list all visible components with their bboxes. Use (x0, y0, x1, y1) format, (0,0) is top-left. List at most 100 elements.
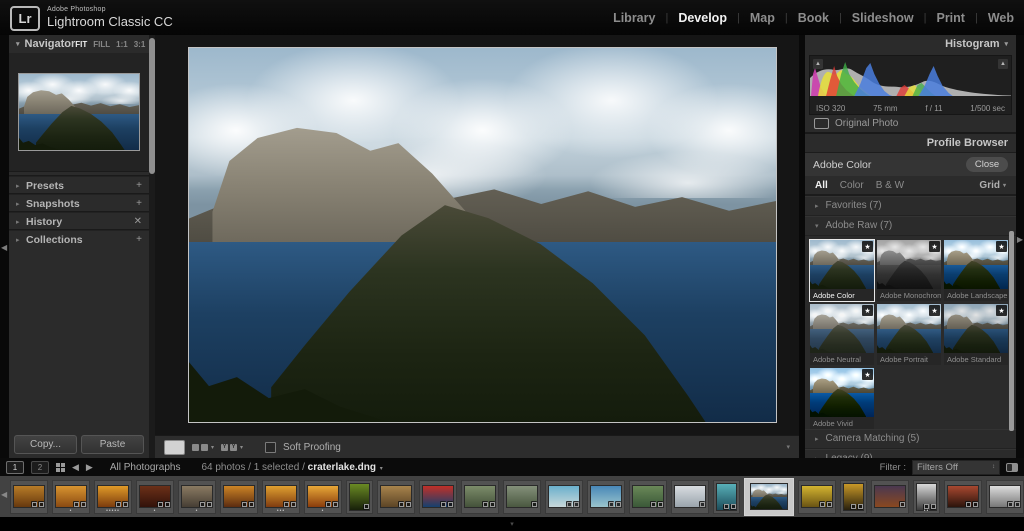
presets-disclosure-icon[interactable]: ▸ (16, 182, 26, 190)
filmstrip-thumb-dark-red-pano[interactable]: • (136, 480, 174, 514)
camera-matching-disclosure-icon[interactable]: ▸ (815, 435, 819, 443)
favorite-star-icon[interactable]: ★ (862, 241, 873, 252)
navigator-header[interactable]: ▾ Navigator FITFILL1:13:1 ↕ (9, 35, 149, 53)
compare-view-control[interactable]: ▾ (192, 444, 214, 451)
module-library[interactable]: Library (613, 11, 655, 25)
secondary-monitor-button[interactable]: 2 (31, 461, 49, 474)
hide-filmstrip-icon[interactable]: ▾ (510, 520, 514, 528)
grid-view-icon[interactable] (56, 463, 65, 472)
filter-toggle-switch[interactable] (1006, 463, 1018, 472)
filmstrip-thumb-green-hills-2[interactable] (503, 480, 541, 514)
before-after-control[interactable]: YY ▾ (221, 444, 243, 451)
favorites-disclosure-icon[interactable]: ▸ (815, 202, 819, 210)
adobe-raw-group-header[interactable]: ▾ Adobe Raw (7) (805, 216, 1016, 236)
paste-button[interactable]: Paste (81, 435, 144, 454)
toolbar-options-icon[interactable]: ▾ (786, 443, 790, 451)
filmstrip-thumb-red-flag[interactable] (419, 480, 457, 514)
filmstrip-thumb-coast-red-car[interactable] (629, 480, 667, 514)
navigator-disclosure-icon[interactable]: ▾ (16, 40, 20, 48)
history-action-icon[interactable]: ✕ (134, 216, 142, 227)
compare-dropdown-icon[interactable]: ▾ (211, 444, 214, 451)
primary-monitor-button[interactable]: 1 (6, 461, 24, 474)
panel-snapshots[interactable]: ▸Snapshots+ (9, 194, 149, 212)
module-map[interactable]: Map (750, 11, 775, 25)
filmstrip-thumb-sunset-1[interactable] (10, 480, 48, 514)
profile-adobe-monochrome[interactable]: ★Adobe Monochrome (877, 240, 941, 301)
zoom-option-fill[interactable]: FILL (93, 40, 110, 49)
loupe-view-icon[interactable] (164, 440, 185, 455)
favorite-star-icon[interactable]: ★ (996, 305, 1007, 316)
collections-disclosure-icon[interactable]: ▸ (16, 236, 26, 244)
profile-browser-header[interactable]: Profile Browser (805, 134, 1016, 152)
histogram-disclosure-icon[interactable]: ▾ (1004, 40, 1008, 48)
copy-button[interactable]: Copy... (14, 435, 77, 454)
profile-view-mode[interactable]: Grid ▾ (979, 180, 1006, 191)
highlight-clipping-indicator[interactable]: ▲ (998, 59, 1008, 69)
collapse-right-panel-icon[interactable]: ▶ (1017, 235, 1023, 244)
collections-action-icon[interactable]: + (136, 234, 142, 245)
filmstrip-thumb-sunset-moon[interactable] (871, 480, 909, 514)
module-book[interactable]: Book (798, 11, 829, 25)
filmstrip-thumb-beach[interactable] (545, 480, 583, 514)
profile-adobe-color[interactable]: ★Adobe Color (810, 240, 874, 301)
source-label[interactable]: All Photographs (110, 462, 181, 473)
profile-filter-all[interactable]: All (815, 180, 828, 191)
profile-filter-bw[interactable]: B & W (876, 180, 904, 191)
camera-matching-group-header[interactable]: ▸ Camera Matching (5) (805, 429, 1016, 449)
zoom-option-3-1[interactable]: 3:1 (134, 40, 146, 49)
presets-action-icon[interactable]: + (136, 180, 142, 191)
shadow-clipping-indicator[interactable]: ▲ (813, 59, 823, 69)
collapse-left-panel-icon[interactable]: ◀ (1, 243, 7, 252)
favorite-star-icon[interactable]: ★ (862, 305, 873, 316)
zoom-option-1-1[interactable]: 1:1 (116, 40, 128, 49)
soft-proofing-checkbox[interactable] (265, 442, 276, 453)
favorites-group-header[interactable]: ▸ Favorites (7) (805, 196, 1016, 216)
right-panel-gutter[interactable]: ▶ (1016, 35, 1024, 458)
profile-adobe-standard[interactable]: ★Adobe Standard (944, 304, 1008, 365)
filmstrip-thumb-iceberg[interactable] (713, 480, 740, 514)
legacy-group-header[interactable]: ▸ Legacy (9) (805, 449, 1016, 458)
favorite-star-icon[interactable]: ★ (929, 241, 940, 252)
selection-status[interactable]: 64 photos / 1 selected / craterlake.dng … (201, 462, 382, 473)
histogram-graph[interactable]: ▲ ▲ ISO 320 75 mm f / 11 1/500 sec (809, 55, 1012, 115)
filmstrip-thumb-autumn-tree[interactable] (840, 480, 867, 514)
zoom-option-fit[interactable]: FIT (75, 40, 87, 49)
panel-presets[interactable]: ▸Presets+ (9, 176, 149, 194)
module-web[interactable]: Web (988, 11, 1014, 25)
filmstrip-thumb-yellow-aspens[interactable] (798, 480, 836, 514)
right-panel-scrollbar-thumb[interactable] (1009, 231, 1014, 431)
source-dropdown-icon[interactable]: ▾ (380, 466, 383, 472)
favorite-star-icon[interactable]: ★ (862, 369, 873, 380)
previous-photo-icon[interactable]: ◀ (72, 462, 79, 473)
filmstrip-thumb-waterfall-bw[interactable]: •• (913, 480, 940, 514)
favorite-star-icon[interactable]: ★ (929, 305, 940, 316)
histogram-header[interactable]: Histogram ▾ (805, 35, 1016, 53)
next-photo-icon[interactable]: ▶ (86, 462, 93, 473)
filmstrip-thumb-sepia-pano[interactable]: • (178, 480, 216, 514)
original-photo-row[interactable]: Original Photo (805, 115, 1016, 134)
module-slideshow[interactable]: Slideshow (852, 11, 914, 25)
filmstrip-thumb-green-hills-1[interactable] (461, 480, 499, 514)
filmstrip-thumb-bw-clouds[interactable] (986, 480, 1024, 514)
filmstrip-thumb-sunset-4[interactable] (220, 480, 258, 514)
filmstrip-thumb-green-plant[interactable] (346, 480, 373, 514)
profile-browser-close-button[interactable]: Close (966, 157, 1008, 172)
before-after-dropdown-icon[interactable]: ▾ (240, 444, 243, 451)
filmstrip-thumb-red-mountain[interactable] (944, 480, 982, 514)
filmstrip-thumb-sunset-2[interactable]: • (52, 480, 90, 514)
filmstrip-thumb-sunset-6[interactable]: • (304, 480, 342, 514)
panel-history[interactable]: ▸History✕ (9, 212, 149, 230)
left-panel-gutter[interactable]: ◀ (0, 35, 9, 458)
soft-proofing-label[interactable]: Soft Proofing (283, 442, 341, 453)
filmstrip-thumb-coast[interactable] (587, 480, 625, 514)
profile-adobe-portrait[interactable]: ★Adobe Portrait (877, 304, 941, 365)
filmstrip-thumb-sunset-3[interactable]: ••••• (94, 480, 132, 514)
module-develop[interactable]: Develop (678, 11, 727, 25)
panel-collections[interactable]: ▸Collections+ (9, 230, 149, 248)
filmstrip-thumb-crater-lake-selected[interactable] (744, 478, 794, 516)
view-mode-dropdown-icon[interactable]: ▾ (1003, 182, 1006, 189)
profile-adobe-neutral[interactable]: ★Adobe Neutral (810, 304, 874, 365)
filmstrip-thumb-autumn-grass[interactable] (377, 480, 415, 514)
history-disclosure-icon[interactable]: ▸ (16, 218, 26, 226)
profile-adobe-landscape[interactable]: ★Adobe Landscape (944, 240, 1008, 301)
